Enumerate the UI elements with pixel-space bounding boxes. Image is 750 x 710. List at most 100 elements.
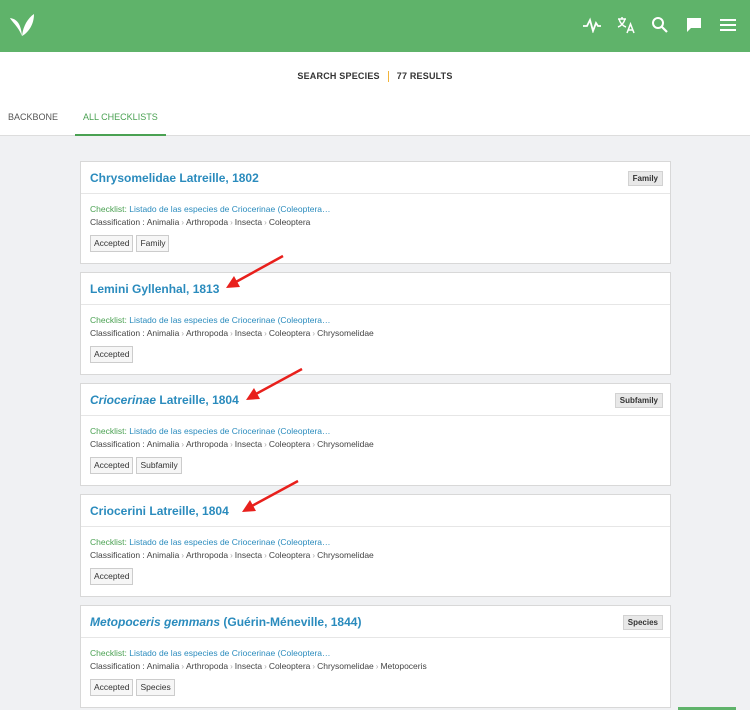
result-header: Metopoceris gemmans (Guérin-Méneville, 1… — [81, 606, 670, 638]
separator — [387, 70, 389, 82]
classification-item[interactable]: Animalia — [147, 217, 180, 227]
tab-backbone[interactable]: BACKBONE — [0, 100, 66, 136]
top-navigation-bar — [0, 0, 750, 52]
classification-item[interactable]: Animalia — [147, 550, 180, 560]
result-card: Chrysomelidae Latreille, 1802 Family Check… — [80, 161, 671, 264]
classification-item[interactable]: Insecta — [235, 439, 262, 449]
status-tag: Accepted — [90, 235, 134, 252]
taxon-title-link[interactable]: Lemini Gyllenhal, 1813 — [90, 282, 219, 296]
classification-item[interactable]: Coleoptera — [269, 217, 311, 227]
checklist-link[interactable]: Listado de las especies de Criocerinae (… — [129, 537, 330, 547]
classification-item[interactable]: Metopoceris — [380, 661, 426, 671]
scientific-name[interactable]: Lemini — [90, 282, 129, 296]
classification-item[interactable]: Animalia — [147, 439, 180, 449]
result-count: 77 RESULTS — [396, 71, 453, 81]
result-body: Checklist: Listado de las especies de Cr… — [81, 416, 670, 474]
checklist-link[interactable]: Listado de las especies de Criocerinae (… — [129, 204, 330, 214]
status-tag: Accepted — [90, 457, 134, 474]
chevron-right-icon: › — [181, 218, 184, 227]
taxon-authorship[interactable]: Latreille, 1804 — [159, 393, 238, 407]
classification-item[interactable]: Insecta — [235, 661, 262, 671]
search-type-label[interactable]: SEARCH SPECIES — [297, 71, 379, 81]
classification-line: Classification : Animalia › Arthropoda › Ins… — [90, 438, 661, 451]
menu-icon[interactable] — [718, 12, 738, 38]
result-card: Metopoceris gemmans (Guérin-Méneville, 1… — [80, 605, 671, 708]
result-header: Criocerinae Latreille, 1804 Subfamily — [81, 384, 670, 416]
checklist-link[interactable]: Listado de las especies de Criocerinae (… — [129, 648, 330, 658]
result-body: Checklist: Listado de las especies de Cr… — [81, 305, 670, 363]
chevron-right-icon: › — [264, 551, 267, 560]
classification-item[interactable]: Chrysomelidae — [317, 439, 374, 449]
checklist-label: Checklist: — [90, 315, 127, 325]
taxon-authorship[interactable]: (Guérin-Méneville, 1844) — [223, 615, 361, 629]
search-icon[interactable] — [650, 12, 670, 38]
rank-badge: Subfamily — [614, 393, 663, 408]
classification-line: Classification : Animalia › Arthropoda › Ins… — [90, 216, 661, 229]
activity-icon[interactable] — [582, 12, 602, 38]
classification-item[interactable]: Chrysomelidae — [317, 661, 374, 671]
classification-item[interactable]: Insecta — [235, 328, 262, 338]
chevron-right-icon: › — [312, 440, 316, 449]
classification-item[interactable]: Arthropoda — [186, 217, 228, 227]
chevron-right-icon: › — [230, 329, 233, 338]
classification-item[interactable]: Coleoptera — [269, 439, 311, 449]
classification-item[interactable]: Animalia — [147, 328, 180, 338]
result-header: Chrysomelidae Latreille, 1802 Family — [81, 162, 670, 194]
classification-item[interactable]: Chrysomelidae — [317, 550, 374, 560]
chevron-right-icon: › — [230, 440, 233, 449]
rank-badge: Species — [622, 615, 663, 630]
taxon-title-link[interactable]: Metopoceris gemmans (Guérin-Méneville, 1… — [90, 615, 361, 629]
chevron-right-icon: › — [264, 440, 267, 449]
classification-item[interactable]: Chrysomelidae — [317, 328, 374, 338]
checklist-line: Checklist: Listado de las especies de Cr… — [90, 203, 661, 216]
classification-item[interactable]: Arthropoda — [186, 328, 228, 338]
chevron-right-icon: › — [230, 551, 233, 560]
scientific-name[interactable]: Metopoceris gemmans — [90, 615, 220, 629]
search-summary: SEARCH SPECIES 77 RESULTS — [0, 52, 750, 100]
taxon-authorship[interactable]: Gyllenhal, 1813 — [132, 282, 219, 296]
tab-all-checklists[interactable]: ALL CHECKLISTS — [75, 100, 166, 136]
chevron-right-icon: › — [181, 551, 184, 560]
result-body: Checklist: Listado de las especies de Cr… — [81, 638, 670, 696]
checklist-label: Checklist: — [90, 426, 127, 436]
taxon-authorship[interactable]: Latreille, 1804 — [149, 504, 228, 518]
classification-item[interactable]: Insecta — [235, 550, 262, 560]
chevron-right-icon: › — [181, 440, 184, 449]
taxon-title-link[interactable]: Criocerinae Latreille, 1804 — [90, 393, 239, 407]
feedback-icon[interactable] — [684, 12, 704, 38]
chevron-right-icon: › — [230, 218, 233, 227]
classification-item[interactable]: Coleoptera — [269, 328, 311, 338]
taxon-title-link[interactable]: Chrysomelidae Latreille, 1802 — [90, 171, 259, 185]
tag-list: Accepted — [90, 568, 661, 585]
tag-list: Accepted Subfamily — [90, 457, 661, 474]
chevron-right-icon: › — [181, 329, 184, 338]
scientific-name[interactable]: Chrysomelidae — [90, 171, 176, 185]
classification-item[interactable]: Coleoptera — [269, 550, 311, 560]
translate-icon[interactable] — [616, 12, 636, 38]
rank-badge: Family — [627, 171, 663, 186]
classification-item[interactable]: Arthropoda — [186, 439, 228, 449]
classification-item[interactable]: Insecta — [235, 217, 262, 227]
chevron-right-icon: › — [312, 662, 316, 671]
scientific-name[interactable]: Criocerini — [90, 504, 146, 518]
result-card: Criocerinae Latreille, 1804 Subfamily Chec… — [80, 383, 671, 486]
scientific-name[interactable]: Criocerinae — [90, 393, 156, 407]
checklist-label: Checklist: — [90, 648, 127, 658]
tag-list: Accepted — [90, 346, 661, 363]
classification-label: Classification : — [90, 661, 145, 671]
classification-label: Classification : — [90, 328, 145, 338]
taxon-title-link[interactable]: Criocerini Latreille, 1804 — [90, 504, 229, 518]
chevron-right-icon: › — [264, 329, 267, 338]
logo-leaf-icon[interactable] — [8, 12, 36, 38]
checklist-label: Checklist: — [90, 537, 127, 547]
checklist-link[interactable]: Listado de las especies de Criocerinae (… — [129, 426, 330, 436]
status-tag: Accepted — [90, 568, 134, 585]
checklist-link[interactable]: Listado de las especies de Criocerinae (… — [129, 315, 330, 325]
result-card: Lemini Gyllenhal, 1813 Checklist: Listado… — [80, 272, 671, 375]
tag-list: Accepted Family — [90, 235, 661, 252]
classification-item[interactable]: Arthropoda — [186, 550, 228, 560]
classification-item[interactable]: Coleoptera — [269, 661, 311, 671]
taxon-authorship[interactable]: Latreille, 1802 — [179, 171, 258, 185]
classification-item[interactable]: Arthropoda — [186, 661, 228, 671]
classification-item[interactable]: Animalia — [147, 661, 180, 671]
